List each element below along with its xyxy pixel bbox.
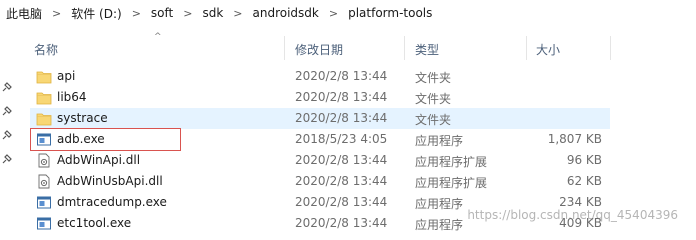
file-type: 文件夹 [415,92,452,106]
list-item[interactable]: AdbWinUsbApi.dll 2020/2/8 13:44 应用程序扩展 6… [30,171,610,192]
column-divider[interactable] [284,36,285,60]
file-name: adb.exe [57,132,105,146]
file-name: AdbWinUsbApi.dll [57,174,163,188]
exe-icon [37,196,51,209]
sort-ascending-icon: ^ [154,32,162,42]
exe-icon [37,217,51,230]
file-name: api [57,69,76,83]
breadcrumb-item-this-pc[interactable]: 此电脑 [6,5,42,22]
list-item[interactable]: adb.exe 2018/5/23 4:05 应用程序 1,807 KB [30,129,610,150]
file-type: 文件夹 [415,71,452,85]
breadcrumb: 此电脑 > 软件 (D:) > soft > sdk > androidsdk … [0,0,696,26]
breadcrumb-item-soft[interactable]: soft [151,6,173,20]
dll-icon [38,153,50,168]
file-date: 2020/2/8 13:44 [295,69,388,83]
chevron-right-icon[interactable]: > [233,7,242,20]
chevron-right-icon[interactable]: > [329,7,338,20]
quick-access-pins [0,26,14,240]
pin-icon[interactable] [1,82,12,93]
file-date: 2018/5/23 4:05 [295,132,388,146]
file-date: 2020/2/8 13:44 [295,111,388,125]
file-type: 文件夹 [415,113,452,127]
file-date: 2020/2/8 13:44 [295,216,388,230]
pin-icon[interactable] [1,130,12,141]
breadcrumb-item-sdk[interactable]: sdk [202,6,223,20]
list-item[interactable]: lib64 2020/2/8 13:44 文件夹 [30,87,610,108]
file-size: 234 KB [559,195,602,209]
folder-icon [36,71,52,84]
file-type: 应用程序 [415,218,464,232]
file-explorer-window: 此电脑 > 软件 (D:) > soft > sdk > androidsdk … [0,0,696,240]
file-date: 2020/2/8 13:44 [295,90,388,104]
pin-icon[interactable] [1,154,12,165]
file-date: 2020/2/8 13:44 [295,195,388,209]
column-divider[interactable] [404,36,405,60]
list-item[interactable]: AdbWinApi.dll 2020/2/8 13:44 应用程序扩展 96 K… [30,150,610,171]
file-date: 2020/2/8 13:44 [295,174,388,188]
file-type: 应用程序 [415,197,464,211]
chevron-right-icon[interactable]: > [183,7,192,20]
pin-icon[interactable] [1,106,12,117]
chevron-right-icon[interactable]: > [132,7,141,20]
column-header-size[interactable]: 大小 [536,41,560,58]
breadcrumb-item-androidsdk[interactable]: androidsdk [253,6,319,20]
file-type: 应用程序 [415,134,464,148]
file-size: 96 KB [566,153,602,167]
column-header-type[interactable]: 类型 [415,41,439,58]
column-header-row: ^ 名称 修改日期 类型 大小 [30,32,696,60]
file-name: lib64 [57,90,87,104]
column-divider[interactable] [610,36,611,60]
file-type: 应用程序扩展 [415,155,488,169]
file-date: 2020/2/8 13:44 [295,153,388,167]
file-size: 62 KB [566,174,602,188]
file-name: AdbWinApi.dll [57,153,141,167]
exe-icon [37,133,51,146]
file-size: 1,807 KB [547,132,602,146]
watermark-text: https://blog.csdn.net/qq_45404396 [467,208,678,222]
breadcrumb-item-drive[interactable]: 软件 (D:) [71,5,121,22]
file-name: etc1tool.exe [57,216,132,230]
chevron-right-icon[interactable]: > [52,7,61,20]
column-header-date[interactable]: 修改日期 [295,41,343,58]
list-item[interactable]: api 2020/2/8 13:44 文件夹 [30,66,610,87]
column-header-name[interactable]: 名称 [34,41,58,58]
file-type: 应用程序扩展 [415,176,488,190]
folder-icon [36,113,52,126]
list-item[interactable]: systrace 2020/2/8 13:44 文件夹 [30,108,610,129]
folder-icon [36,92,52,105]
column-divider[interactable] [526,36,527,60]
file-name: systrace [57,111,108,125]
dll-icon [38,174,50,189]
breadcrumb-item-platform-tools[interactable]: platform-tools [348,6,432,20]
file-name: dmtracedump.exe [57,195,167,209]
